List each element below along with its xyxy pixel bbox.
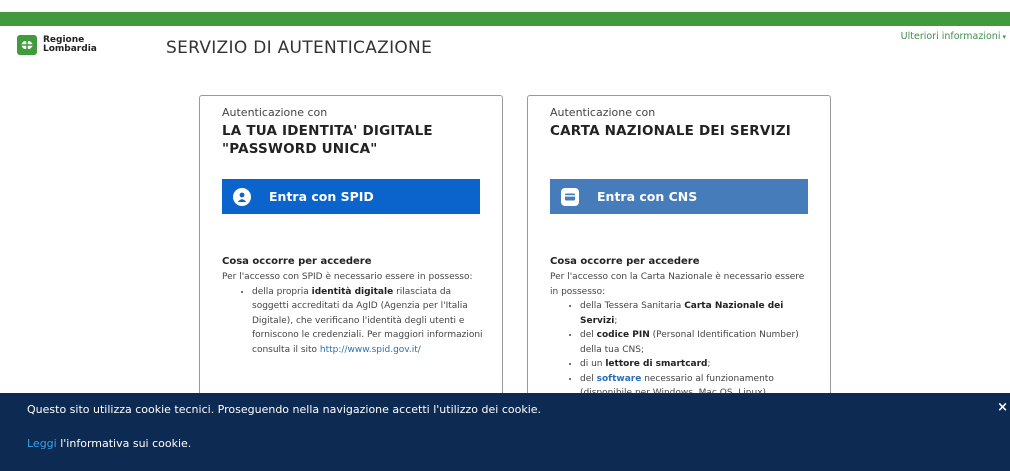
cns-requirements-text: Per l'accesso con la Carta Nazionale è n… xyxy=(550,270,812,401)
cookie-info: Leggi l'informativa sui cookie. xyxy=(27,437,192,450)
more-info-menu[interactable]: Ulteriori informazioni ▾ xyxy=(901,31,1006,42)
cns-login-button[interactable]: Entra con CNS xyxy=(550,179,808,214)
cns-requirements-title: Cosa occorre per accedere xyxy=(550,256,700,267)
cns-button-label: Entra con CNS xyxy=(597,189,698,204)
logo-text: Regione Lombardia xyxy=(43,35,97,54)
spid-card-heading: LA TUA IDENTITA' DIGITALE "PASSWORD UNIC… xyxy=(222,122,433,158)
smartcard-icon xyxy=(561,187,579,206)
user-icon xyxy=(233,187,251,206)
spid-login-button[interactable]: Entra con SPID xyxy=(222,179,480,214)
spid-card-pretitle: Autenticazione con xyxy=(222,106,328,119)
list-item: di un lettore di smartcard; xyxy=(580,357,812,372)
top-green-bar xyxy=(0,12,1010,26)
cns-requirements-intro: Per l'accesso con la Carta Nazionale è n… xyxy=(550,272,805,297)
cookie-message: Questo sito utilizza cookie tecnici. Pro… xyxy=(27,403,542,416)
list-item: della Tessera Sanitaria Carta Nazionale … xyxy=(580,299,812,328)
cookie-banner: Questo sito utilizza cookie tecnici. Pro… xyxy=(0,393,1010,471)
regione-lombardia-logo[interactable]: Regione Lombardia xyxy=(17,35,97,55)
software-link[interactable]: software xyxy=(597,374,642,384)
cns-heading-line1: CARTA NAZIONALE DEI SERVIZI xyxy=(550,123,791,139)
spid-requirements-title: Cosa occorre per accedere xyxy=(222,256,372,267)
spid-site-link[interactable]: http://www.spid.gov.it/ xyxy=(320,345,421,355)
spid-heading-line1: LA TUA IDENTITA' DIGITALE xyxy=(222,123,433,139)
cns-auth-card: Autenticazione con CARTA NAZIONALE DEI S… xyxy=(527,95,831,435)
page-title: SERVIZIO DI AUTENTICAZIONE xyxy=(166,38,433,58)
spid-requirements-intro: Per l'accesso con SPID è necessario esse… xyxy=(222,272,473,282)
spid-requirements-text: Per l'accesso con SPID è necessario esse… xyxy=(222,270,484,357)
more-info-label: Ulteriori informazioni xyxy=(900,31,1001,42)
spid-heading-line2: "PASSWORD UNICA" xyxy=(222,141,378,157)
close-icon[interactable]: × xyxy=(997,400,1008,415)
cns-card-heading: CARTA NAZIONALE DEI SERVIZI xyxy=(550,122,791,140)
list-item: del codice PIN (Personal Identification … xyxy=(580,328,812,357)
list-item: della propria identità digitale rilascia… xyxy=(252,285,484,358)
chevron-down-icon: ▾ xyxy=(1002,33,1006,41)
cns-card-pretitle: Autenticazione con xyxy=(550,106,656,119)
spid-auth-card: Autenticazione con LA TUA IDENTITA' DIGI… xyxy=(199,95,503,435)
spid-button-label: Entra con SPID xyxy=(269,189,374,204)
cookie-policy-link[interactable]: Leggi xyxy=(27,437,57,450)
rose-camuna-icon xyxy=(17,35,37,55)
